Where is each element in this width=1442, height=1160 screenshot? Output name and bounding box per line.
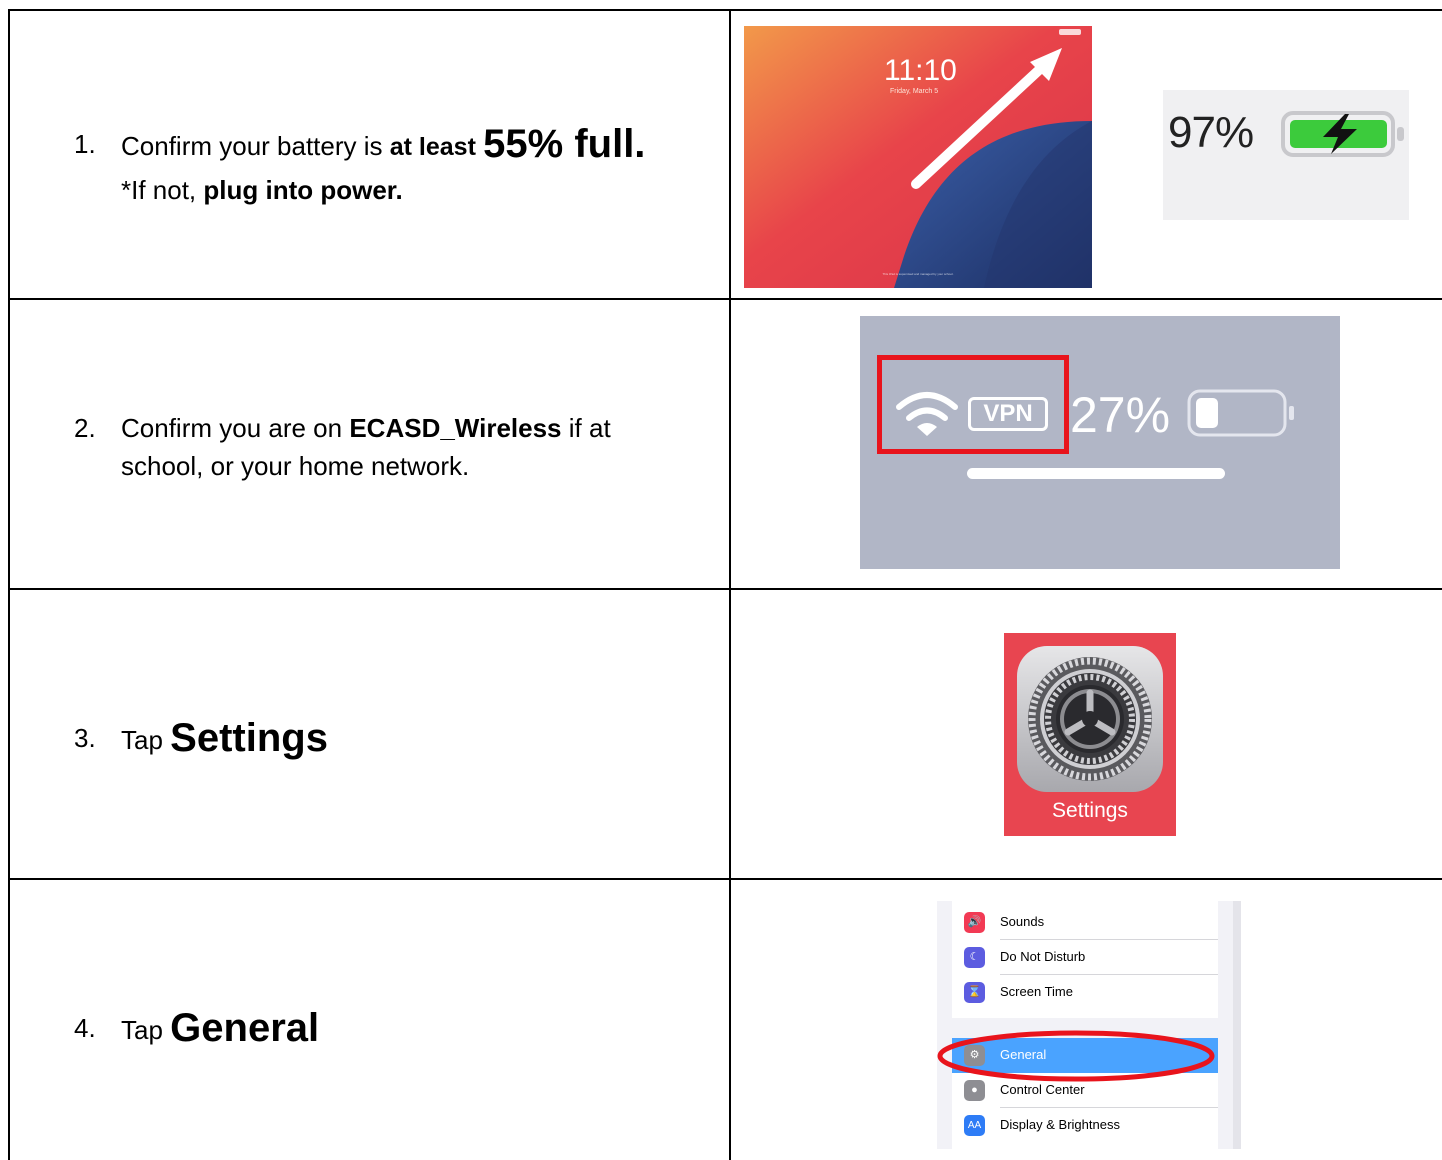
wifi-vpn-highlight-box xyxy=(877,355,1069,454)
table-row-divider xyxy=(8,298,1442,300)
settings-item-display-brightness[interactable]: AA Display & Brightness xyxy=(952,1108,1218,1143)
battery-percent: 27% xyxy=(1070,387,1171,443)
settings-item-screen-time[interactable]: ⌛ Screen Time xyxy=(952,975,1218,1010)
table-row-divider xyxy=(8,878,1442,880)
aa-icon: AA xyxy=(964,1115,985,1136)
settings-item-sounds[interactable]: 🔊 Sounds xyxy=(952,905,1218,940)
general-highlight-ellipse xyxy=(937,1030,1215,1082)
home-indicator xyxy=(967,468,1225,479)
battery-closeup: 97% xyxy=(1163,90,1409,220)
table-column-divider xyxy=(729,9,731,1160)
settings-item-label: Sounds xyxy=(1000,914,1045,929)
split-view-divider xyxy=(1233,901,1241,1149)
settings-app-label: Settings xyxy=(1052,799,1128,822)
table-border-top xyxy=(8,9,1442,11)
speaker-icon: 🔊 xyxy=(964,912,985,933)
moon-icon: ☾ xyxy=(964,947,985,968)
step-text-line2: school, or your home network. xyxy=(121,451,470,481)
lockscreen-time: 11:10 xyxy=(884,54,957,87)
status-bar-screenshot: VPN 27% xyxy=(860,316,1340,569)
settings-list-screenshot: 🔊 Sounds ☾ Do Not Disturb ⌛ Screen Time … xyxy=(937,901,1241,1149)
settings-item-label: Do Not Disturb xyxy=(1000,949,1086,964)
step-text-plain: Confirm you are on xyxy=(121,413,350,443)
step-text: Confirm your battery is at least 55% ful… xyxy=(121,124,645,165)
step-number: 3. xyxy=(74,723,96,753)
step-note: *If not, plug into power. xyxy=(121,172,403,208)
step-text-emphasis: 55% full. xyxy=(483,122,646,166)
step-number: 2. xyxy=(74,413,96,443)
settings-item-label: Screen Time xyxy=(1000,984,1073,999)
lockscreen-screenshot: 11:10 Friday, March 5 This iPad is super… xyxy=(744,26,1092,288)
table-border-left xyxy=(8,9,10,1160)
step-text: Tap General xyxy=(121,1008,319,1048)
lockscreen-footer-text: This iPad is supervised and managed by y… xyxy=(882,272,954,276)
step-text-bold: at least xyxy=(389,133,476,161)
step-text-plain: Tap xyxy=(121,725,163,755)
step-text-emphasis: General xyxy=(170,1006,320,1050)
step-text-plain: if at xyxy=(561,413,611,443)
table-row-divider xyxy=(8,588,1442,590)
step-text-plain: Confirm your battery is xyxy=(121,131,390,161)
battery-charging-icon xyxy=(1281,111,1404,157)
battery-percent: 97% xyxy=(1168,108,1254,157)
battery-icon xyxy=(1187,389,1294,437)
settings-app-icon[interactable] xyxy=(1017,646,1163,792)
settings-item-label: Display & Brightness xyxy=(1000,1117,1120,1132)
gear-icon xyxy=(1028,657,1152,781)
step-text: Confirm you are on ECASD_Wireless if at xyxy=(121,410,611,446)
settings-item-do-not-disturb[interactable]: ☾ Do Not Disturb xyxy=(952,940,1218,975)
step-text: Tap Settings xyxy=(121,718,328,758)
step-number: 1. xyxy=(74,129,96,159)
step-text-bold: ECASD_Wireless xyxy=(349,413,562,443)
step-text-plain: Tap xyxy=(121,1015,163,1045)
step-text-emphasis: Settings xyxy=(170,716,328,760)
lockscreen-date: Friday, March 5 xyxy=(890,88,939,95)
step-text-plain: *If not, xyxy=(121,175,204,205)
settings-app-tile[interactable]: Settings xyxy=(1004,633,1176,836)
step-text-bold: plug into power. xyxy=(203,175,403,205)
settings-group: 🔊 Sounds ☾ Do Not Disturb ⌛ Screen Time xyxy=(952,901,1218,1018)
step-number: 4. xyxy=(74,1013,96,1043)
hourglass-icon: ⌛ xyxy=(964,982,985,1003)
